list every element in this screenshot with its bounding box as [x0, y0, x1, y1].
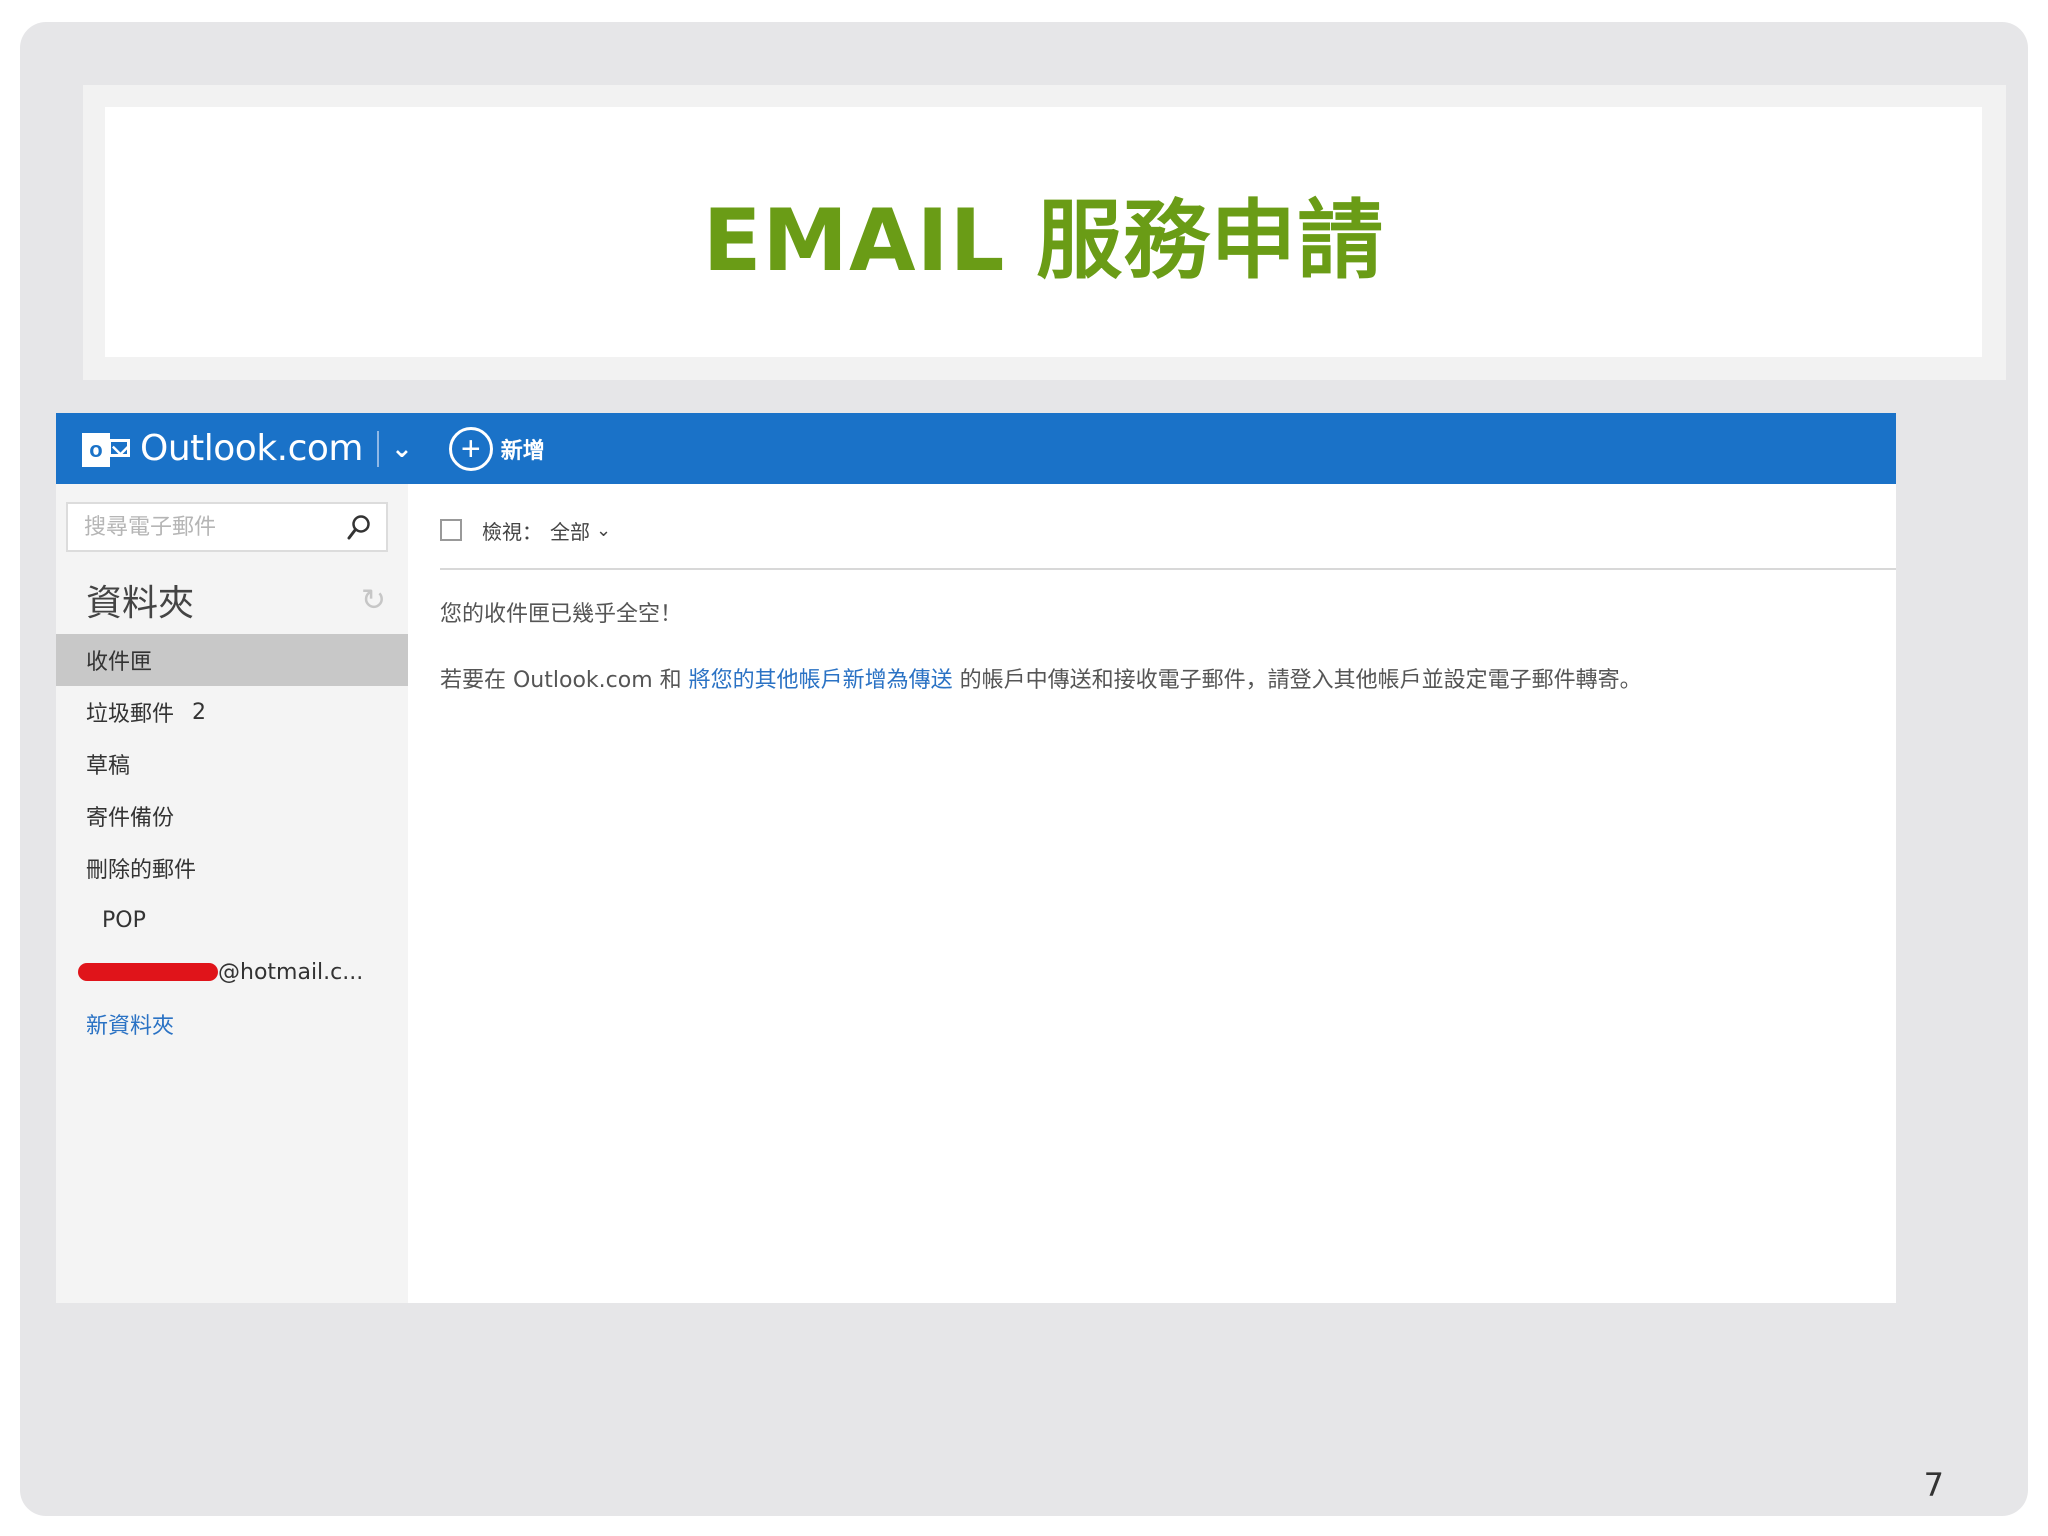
empty-inbox-title: 您的收件匣已幾乎全空！	[440, 602, 683, 627]
logo-letter: o	[82, 432, 110, 467]
folders-title: 資料夾	[86, 583, 195, 624]
folder-inbox[interactable]: 收件匣	[56, 634, 408, 686]
add-accounts-link[interactable]: 將您的其他帳戶新增為傳送	[689, 668, 953, 693]
chevron-down-icon[interactable]: ⌄	[596, 520, 611, 541]
title-box: EMAIL 服務申請	[105, 107, 1982, 357]
divider	[440, 568, 1896, 570]
top-bar: o Outlook.com ⌄ + 新增	[56, 413, 1896, 484]
message-pane: 檢視： 全部 ⌄ 您的收件匣已幾乎全空！ 若要在 Outlook.com 和 將…	[408, 484, 1896, 1303]
hint-prefix: 若要在 Outlook.com 和	[440, 668, 682, 693]
plus-circle-icon: +	[448, 426, 493, 471]
empty-inbox-hint: 若要在 Outlook.com 和 將您的其他帳戶新增為傳送 的帳戶中傳送和接收…	[440, 662, 1642, 694]
unread-count: 2	[192, 699, 207, 725]
folder-pop[interactable]: POP	[56, 894, 408, 946]
folder-label: 垃圾郵件	[86, 702, 175, 727]
folder-label: @hotmail.c...	[218, 959, 364, 985]
new-folder-label: 新資料夾	[86, 1014, 175, 1039]
outlook-logo-icon: o	[82, 427, 132, 471]
filter-label: 檢視：	[482, 519, 542, 544]
refresh-icon[interactable]: ↻	[361, 583, 386, 618]
new-button-label: 新增	[500, 438, 545, 464]
folder-sent[interactable]: 寄件備份	[56, 790, 408, 842]
envelope-icon	[108, 438, 130, 457]
page-number: 7	[1923, 1466, 1944, 1504]
folder-list: 收件匣 垃圾郵件 2 草稿 寄件備份 刪除的郵件 POP @hotmail.c.…	[56, 634, 408, 1050]
search-box[interactable]	[66, 502, 388, 552]
search-icon[interactable]	[346, 514, 372, 542]
slide-title: EMAIL 服務申請	[702, 190, 1385, 291]
folder-label: 寄件備份	[86, 806, 175, 831]
folder-label: 草稿	[86, 754, 131, 779]
chevron-down-icon[interactable]: ⌄	[391, 433, 413, 464]
folder-drafts[interactable]: 草稿	[56, 738, 408, 790]
brand-name: Outlook.com	[140, 428, 364, 469]
outlook-screenshot: o Outlook.com ⌄ + 新增 資料夾 ↻ 收件匣	[56, 413, 1896, 1303]
new-button[interactable]: + 新增	[448, 426, 545, 471]
folder-label: 刪除的郵件	[86, 858, 197, 883]
brand-separator	[377, 430, 379, 467]
folders-header: 資料夾 ↻	[86, 574, 386, 626]
folder-hotmail-account[interactable]: @hotmail.c...	[56, 946, 408, 998]
folder-deleted[interactable]: 刪除的郵件	[56, 842, 408, 894]
hint-suffix: 的帳戶中傳送和接收電子郵件，請登入其他帳戶並設定電子郵件轉寄。	[959, 668, 1642, 693]
select-all-checkbox[interactable]	[440, 519, 462, 541]
search-input[interactable]	[84, 514, 334, 540]
folder-label: 收件匣	[86, 650, 153, 675]
new-folder-link[interactable]: 新資料夾	[56, 998, 408, 1050]
sidebar: 資料夾 ↻ 收件匣 垃圾郵件 2 草稿 寄件備份 刪除的郵件 POP	[56, 484, 408, 1303]
filter-dropdown[interactable]: 全部	[550, 516, 590, 545]
redaction-mark	[78, 963, 218, 981]
folder-junk[interactable]: 垃圾郵件 2	[56, 686, 408, 738]
filter-row: 檢視： 全部 ⌄	[440, 510, 611, 550]
brand[interactable]: o Outlook.com ⌄	[82, 413, 449, 484]
folder-label: POP	[102, 907, 146, 933]
